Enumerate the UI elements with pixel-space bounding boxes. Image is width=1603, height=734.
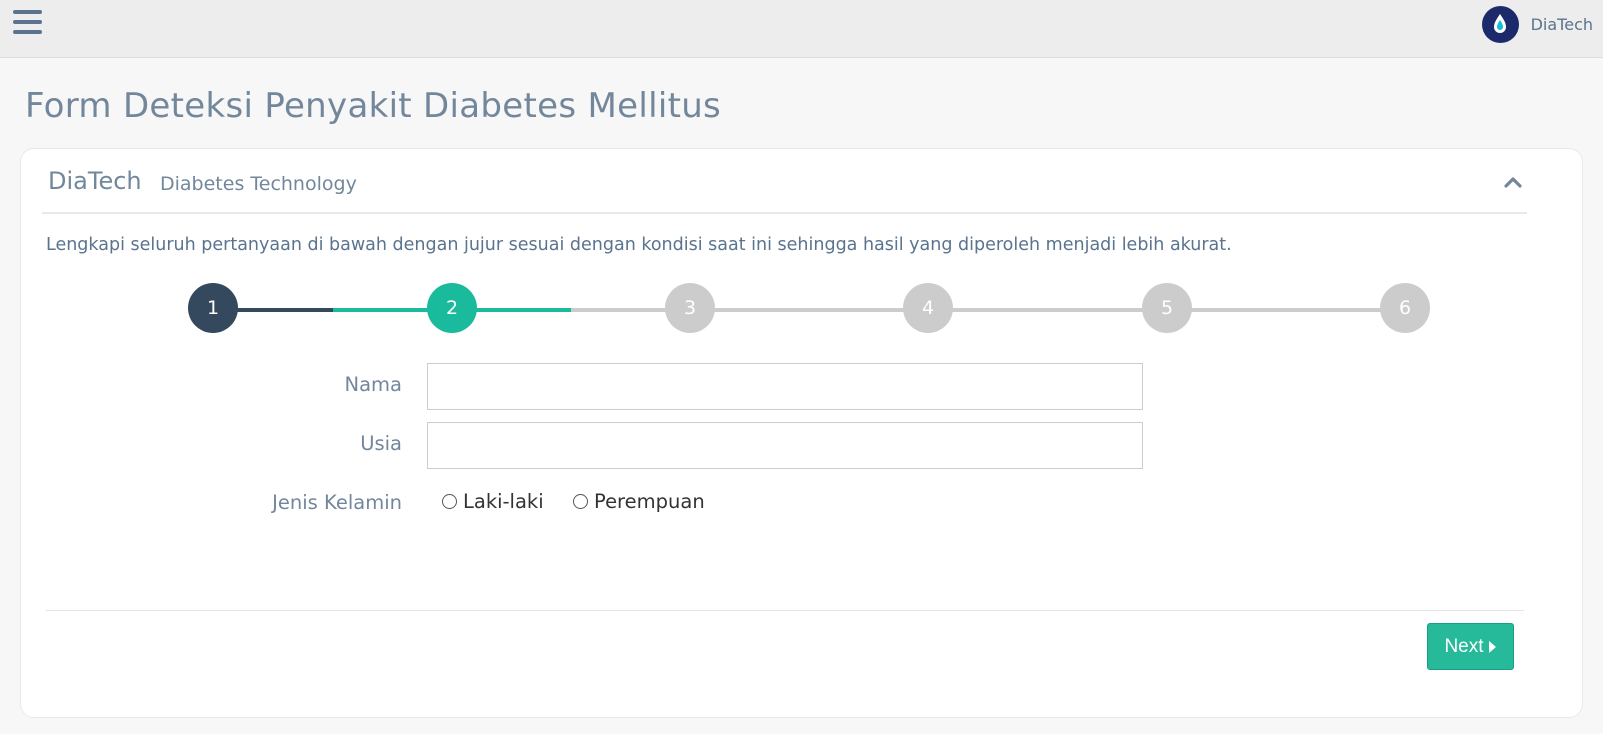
gender-radio-female[interactable]: Perempuan — [573, 490, 705, 513]
panel-title: DiaTech — [48, 167, 142, 195]
diatech-logo — [1481, 5, 1519, 43]
intro-text: Lengkapi seluruh pertanyaan di bawah den… — [46, 235, 1232, 255]
form-divider — [46, 610, 1524, 611]
chevron-up-icon[interactable] — [1501, 171, 1525, 195]
step-6[interactable]: 6 — [1380, 283, 1430, 333]
step-3[interactable]: 3 — [665, 283, 715, 333]
user-brand[interactable]: DiaTech — [1481, 4, 1593, 44]
panel-subtitle: Diabetes Technology — [160, 173, 357, 195]
name-input[interactable] — [427, 363, 1143, 410]
gender-option-label: Laki-laki — [463, 490, 544, 513]
wizard-stepper: 1 2 3 4 5 6 — [21, 283, 1584, 335]
top-navbar: DiaTech — [0, 0, 1603, 58]
next-button-label: Next — [1444, 635, 1484, 657]
gender-option-label: Perempuan — [594, 490, 705, 513]
step-1[interactable]: 1 — [188, 283, 238, 333]
gender-label: Jenis Kelamin — [272, 491, 402, 514]
hamburger-menu-icon[interactable] — [13, 10, 42, 36]
step-2[interactable]: 2 — [427, 283, 477, 333]
next-button[interactable]: Next — [1427, 623, 1514, 670]
form-panel: DiaTech Diabetes Technology Lengkapi sel… — [20, 148, 1583, 718]
name-label: Nama — [344, 373, 402, 396]
age-label: Usia — [360, 432, 402, 455]
step-5[interactable]: 5 — [1142, 283, 1192, 333]
page-title: Form Deteksi Penyakit Diabetes Mellitus — [25, 86, 722, 126]
gender-radio-male[interactable]: Laki-laki — [442, 490, 544, 513]
age-input[interactable] — [427, 422, 1143, 469]
step-4[interactable]: 4 — [903, 283, 953, 333]
caret-right-icon — [1488, 640, 1496, 653]
brand-name: DiaTech — [1530, 14, 1593, 34]
radio-circle-icon[interactable] — [442, 494, 457, 509]
panel-header: DiaTech Diabetes Technology — [42, 167, 1527, 214]
radio-circle-icon[interactable] — [573, 494, 588, 509]
